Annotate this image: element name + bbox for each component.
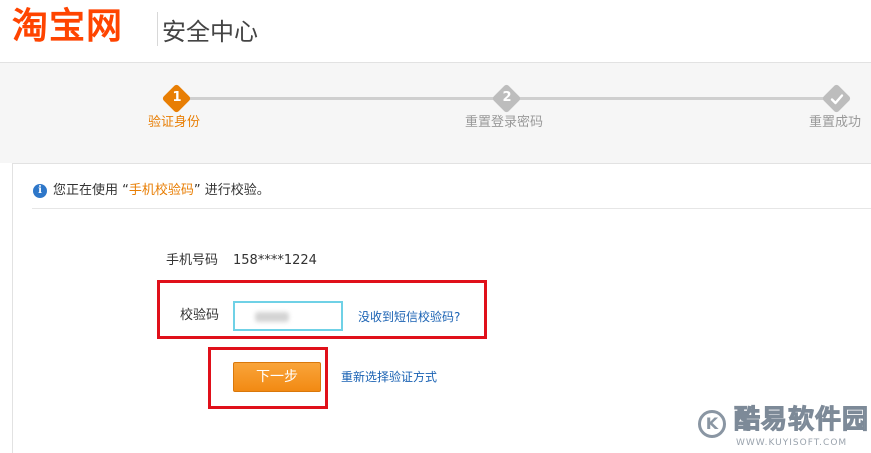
header-divider bbox=[157, 12, 158, 46]
step-1-number: 1 bbox=[172, 90, 182, 105]
info-message: 您正在使用 “手机校验码” 进行校验。 bbox=[53, 183, 270, 198]
code-label: 校验码 bbox=[180, 308, 220, 323]
step-track-2 bbox=[507, 97, 837, 100]
verification-method: 手机校验码 bbox=[128, 183, 194, 198]
page-title: 安全中心 bbox=[162, 18, 258, 46]
step-2-number: 2 bbox=[502, 90, 512, 105]
no-sms-code-link[interactable]: 没收到短信校验码? bbox=[358, 309, 460, 325]
site-header: 淘宝网 安全中心 bbox=[0, 0, 871, 63]
watermark-url: WWW.KUYISOFT.COM bbox=[736, 438, 848, 448]
watermark-text: 酷易软件园 bbox=[733, 405, 870, 436]
reselect-method-link[interactable]: 重新选择验证方式 bbox=[341, 369, 437, 385]
step-1-label: 验证身份 bbox=[148, 115, 201, 130]
blurred-code bbox=[255, 312, 289, 322]
check-icon bbox=[830, 94, 844, 105]
next-step-button[interactable]: 下一步 bbox=[233, 362, 321, 392]
progress-steps bbox=[0, 63, 871, 163]
phone-number: 158****1224 bbox=[233, 253, 317, 268]
info-icon: i bbox=[33, 184, 47, 198]
taobao-logo[interactable]: 淘宝网 bbox=[12, 3, 123, 51]
watermark-logo-icon: K bbox=[698, 410, 726, 438]
step-3-label: 重置成功 bbox=[809, 115, 862, 130]
phone-label: 手机号码 bbox=[166, 253, 219, 268]
step-track-1 bbox=[176, 97, 506, 100]
step-2-label: 重置登录密码 bbox=[465, 115, 544, 130]
